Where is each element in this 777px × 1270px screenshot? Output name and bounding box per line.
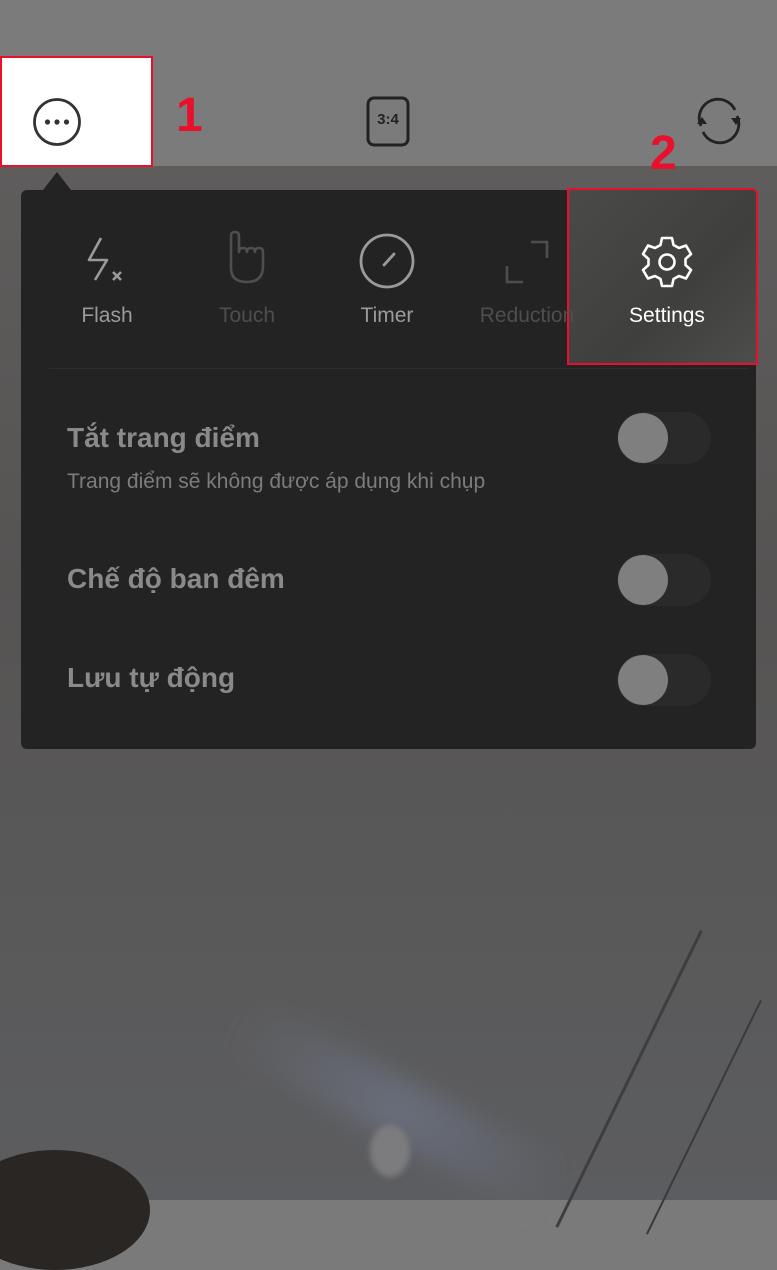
quick-item-settings[interactable]: Settings [597,190,737,368]
quick-item-label: Touch [218,304,276,327]
camera-options-popover: Flash Touch Timer Reduction Settings Tắt… [21,188,758,749]
step-1-label: 1 [176,89,203,142]
step-2-label: 2 [650,127,677,180]
quick-item-touch[interactable]: Touch [177,190,317,368]
quick-item-flash[interactable]: Flash [37,190,177,368]
touch-hand-icon [229,230,265,284]
toggle-knob [618,555,668,605]
popover-caret [43,172,71,190]
light-flare [370,1125,410,1177]
toggle-subtitle: Trang điểm sẽ không được áp dụng khi chụ… [67,470,486,493]
reduction-expand-icon [505,240,549,284]
camera-flip-icon[interactable] [693,96,745,146]
makeup-off-toggle[interactable] [617,412,711,464]
quick-item-label: Settings [629,304,705,327]
quick-item-reduction[interactable]: Reduction [457,190,597,368]
flash-off-icon [87,237,122,281]
auto-save-toggle[interactable] [617,654,711,706]
aspect-ratio-button[interactable]: 3:4 [366,96,412,148]
more-horizontal-circle-icon[interactable] [32,97,82,147]
night-mode-toggle[interactable] [617,554,711,606]
toggle-knob [618,655,668,705]
quick-item-timer[interactable]: Timer [317,190,457,368]
quick-item-label: Flash [81,304,133,327]
gear-icon [641,236,693,288]
section-divider [49,368,749,369]
quick-settings-row: Flash Touch Timer Reduction Settings [21,190,756,368]
quick-item-label: Reduction [479,304,575,327]
quick-item-label: Timer [360,304,414,327]
aspect-ratio-label: 3:4 [377,111,399,128]
toggle-knob [618,413,668,463]
timer-icon [359,233,415,289]
